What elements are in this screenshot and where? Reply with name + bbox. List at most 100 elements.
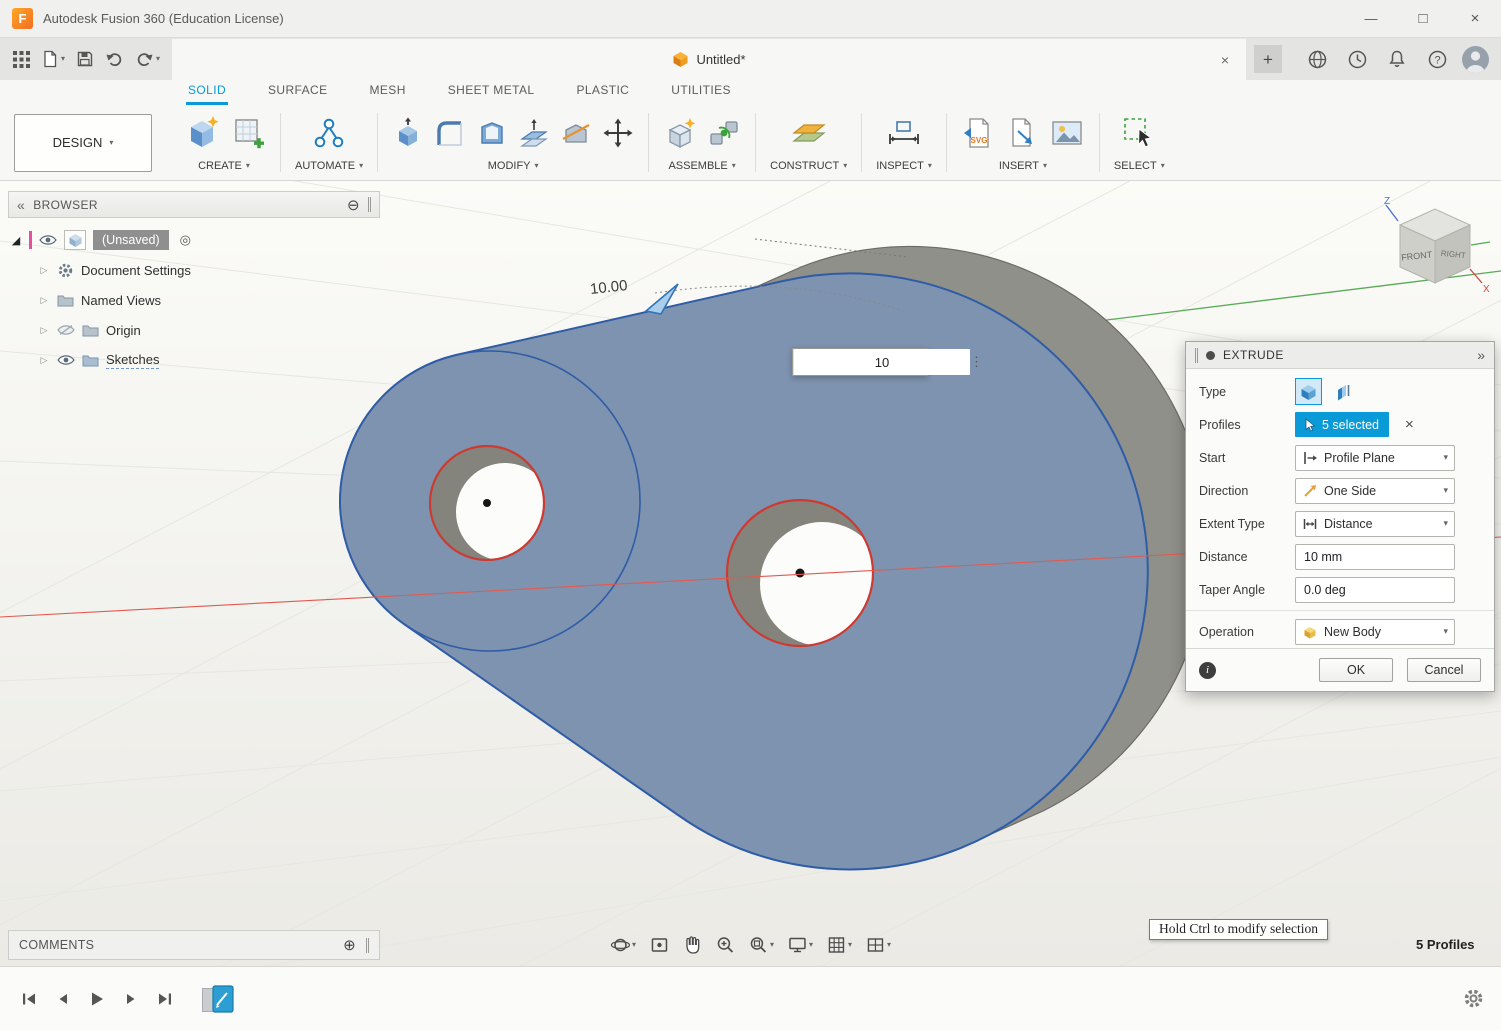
go-to-end-button[interactable] xyxy=(152,986,178,1012)
create-sketch-button[interactable] xyxy=(232,116,266,150)
dialog-drag-grip[interactable] xyxy=(1195,348,1198,363)
offset-face-button[interactable] xyxy=(518,117,550,149)
viewports-button[interactable]: ▾ xyxy=(862,932,894,958)
pan-button[interactable] xyxy=(679,932,705,958)
play-button[interactable] xyxy=(84,986,110,1012)
undo-button[interactable] xyxy=(101,44,128,74)
automate-group-label[interactable]: AUTOMATE▾ xyxy=(295,158,363,178)
create-group-label[interactable]: CREATE▾ xyxy=(198,158,250,178)
collapse-panel-icon[interactable]: « xyxy=(17,197,25,213)
design-workspace-dropdown[interactable]: DESIGN ▾ xyxy=(14,114,152,172)
type-extrude-option[interactable] xyxy=(1295,378,1322,405)
move-copy-button[interactable] xyxy=(602,117,634,149)
save-button[interactable] xyxy=(72,44,98,74)
minimize-panel-icon[interactable]: ⊖ xyxy=(347,196,360,214)
help-button[interactable]: ? xyxy=(1422,44,1452,74)
start-dropdown[interactable]: Profile Plane ▾ xyxy=(1295,445,1455,471)
dimension-menu-button[interactable]: ⋮ xyxy=(970,354,983,370)
cancel-button[interactable]: Cancel xyxy=(1407,658,1481,682)
root-expand-icon[interactable]: ◢ xyxy=(10,234,22,247)
zoom-window-button[interactable]: ▾ xyxy=(745,932,777,958)
create-form-button[interactable] xyxy=(182,113,222,153)
type-thin-extrude-option[interactable] xyxy=(1330,378,1357,405)
dialog-expand-button[interactable]: » xyxy=(1477,347,1485,363)
distance-input[interactable] xyxy=(1295,544,1455,570)
inspect-group-label[interactable]: INSPECT▾ xyxy=(876,158,932,178)
tree-item-named-views[interactable]: ▷ Named Views xyxy=(10,285,380,315)
measure-button[interactable] xyxy=(886,115,922,151)
timeline-settings-button[interactable] xyxy=(1462,987,1485,1010)
grid-settings-button[interactable]: ▾ xyxy=(823,932,855,958)
comments-bar[interactable]: COMMENTS ⊕ xyxy=(8,930,380,960)
expand-icon[interactable]: ▷ xyxy=(38,295,50,306)
expand-icon[interactable]: ▷ xyxy=(38,355,50,366)
add-comment-icon[interactable]: ⊕ xyxy=(343,936,356,954)
ribbon-tab-surface[interactable]: SURFACE xyxy=(266,83,329,105)
apps-grid-button[interactable] xyxy=(8,44,34,74)
go-to-start-button[interactable] xyxy=(16,986,42,1012)
select-button[interactable] xyxy=(1121,115,1157,151)
display-settings-button[interactable]: ▾ xyxy=(784,932,816,958)
expand-icon[interactable]: ▷ xyxy=(38,265,50,276)
profiles-selected-chip[interactable]: 5 selected xyxy=(1295,412,1389,437)
select-group-label[interactable]: SELECT▾ xyxy=(1114,158,1165,178)
fillet-button[interactable] xyxy=(434,117,466,149)
ribbon-tab-solid[interactable]: SOLID xyxy=(186,83,228,105)
extent-type-dropdown[interactable]: Distance ▾ xyxy=(1295,511,1455,537)
tree-item-sketches[interactable]: ▷ Sketches xyxy=(10,345,380,375)
canvas-button[interactable] xyxy=(1049,116,1085,150)
new-file-button[interactable]: ▾ xyxy=(37,44,69,74)
automate-button[interactable] xyxy=(311,115,347,151)
timeline-sketch-marker[interactable] xyxy=(202,982,242,1016)
direction-dropdown[interactable]: One Side ▾ xyxy=(1295,478,1455,504)
construct-plane-button[interactable] xyxy=(791,115,827,151)
step-back-button[interactable] xyxy=(50,986,76,1012)
browser-header[interactable]: « BROWSER ⊖ xyxy=(8,191,380,218)
taper-angle-input[interactable] xyxy=(1295,577,1455,603)
joint-button[interactable] xyxy=(707,116,741,150)
online-status-button[interactable] xyxy=(1302,44,1332,74)
profile-avatar[interactable] xyxy=(1462,46,1489,73)
panel-drag-grip[interactable] xyxy=(368,197,371,212)
tab-close-button[interactable]: × xyxy=(1214,49,1236,71)
tree-item-root[interactable]: ◢ (Unsaved) ◎ xyxy=(10,225,380,255)
close-button[interactable]: × xyxy=(1449,0,1501,37)
insert-svg-button[interactable]: SVG xyxy=(961,116,995,150)
ribbon-tab-mesh[interactable]: MESH xyxy=(368,83,408,105)
construct-group-label[interactable]: CONSTRUCT▾ xyxy=(770,158,847,178)
notifications-button[interactable] xyxy=(1382,44,1412,74)
step-forward-button[interactable] xyxy=(118,986,144,1012)
new-tab-button[interactable]: + xyxy=(1254,45,1282,73)
insert-derive-button[interactable] xyxy=(1005,116,1039,150)
ok-button[interactable]: OK xyxy=(1319,658,1393,682)
ribbon-tab-sheet-metal[interactable]: SHEET METAL xyxy=(446,83,537,105)
eye-icon[interactable] xyxy=(57,354,75,366)
document-tab[interactable]: Untitled* × xyxy=(172,39,1246,80)
zoom-button[interactable] xyxy=(712,932,738,958)
info-icon[interactable]: i xyxy=(1199,662,1216,679)
maximize-button[interactable]: □ xyxy=(1397,0,1449,37)
assemble-group-label[interactable]: ASSEMBLE▾ xyxy=(668,158,735,178)
expand-icon[interactable]: ▷ xyxy=(38,325,50,336)
operation-dropdown[interactable]: New Body ▾ xyxy=(1295,619,1455,645)
new-component-button[interactable] xyxy=(663,116,697,150)
orbit-button[interactable]: ▾ xyxy=(607,932,639,958)
press-pull-button[interactable] xyxy=(392,117,424,149)
shell-button[interactable] xyxy=(476,117,508,149)
minimize-button[interactable]: — xyxy=(1345,0,1397,37)
redo-button[interactable]: ▾ xyxy=(131,44,164,74)
document-name[interactable]: (Unsaved) xyxy=(93,230,169,250)
job-status-button[interactable] xyxy=(1342,44,1372,74)
eye-icon[interactable] xyxy=(39,234,57,246)
modify-group-label[interactable]: MODIFY▾ xyxy=(488,158,539,178)
dimension-input[interactable] xyxy=(794,349,970,375)
insert-group-label[interactable]: INSERT▾ xyxy=(999,158,1047,178)
panel-drag-grip[interactable] xyxy=(366,938,369,953)
eye-off-icon[interactable] xyxy=(57,324,75,336)
split-body-button[interactable] xyxy=(560,117,592,149)
isolate-target-icon[interactable]: ◎ xyxy=(180,232,191,248)
ribbon-tab-plastic[interactable]: PLASTIC xyxy=(574,83,631,105)
tree-item-origin[interactable]: ▷ Origin xyxy=(10,315,380,345)
tree-item-document-settings[interactable]: ▷ Document Settings xyxy=(10,255,380,285)
view-cube[interactable]: FRONT RIGHT Z X xyxy=(1378,195,1496,299)
